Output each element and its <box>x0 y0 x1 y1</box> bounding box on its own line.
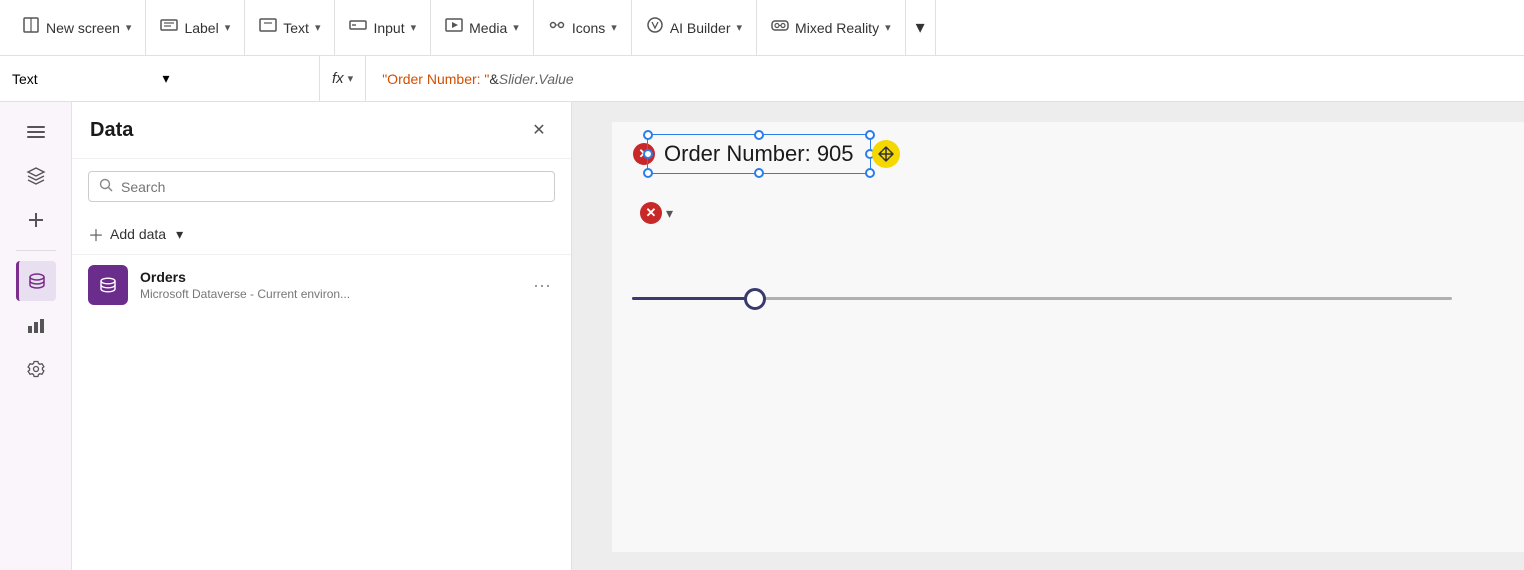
data-source-orders[interactable]: Orders Microsoft Dataverse - Current env… <box>72 254 571 315</box>
handle-tm[interactable] <box>754 130 764 140</box>
text-icon <box>259 16 277 39</box>
new-screen-chevron: ▾ <box>126 21 132 34</box>
slider-wrapper[interactable] <box>632 297 1452 300</box>
label-label: Label <box>184 20 218 36</box>
handle-tl[interactable] <box>643 130 653 140</box>
ai-builder-chevron: ▾ <box>737 21 743 34</box>
handle-tr[interactable] <box>865 130 875 140</box>
order-number-text: Order Number: 905 <box>664 141 854 166</box>
data-panel-header: Data ✕ <box>72 102 571 159</box>
hamburger-icon <box>23 122 49 142</box>
input-label: Input <box>373 20 404 36</box>
icons-toolbar-icon <box>548 16 566 39</box>
search-icon <box>99 178 113 195</box>
formula-equals-area: fx ▾ <box>320 56 366 101</box>
second-control-row: ✕ ▾ <box>640 202 673 224</box>
sidebar-item-layers[interactable] <box>16 156 56 196</box>
data-panel-title: Data <box>90 119 525 142</box>
new-screen-label: New screen <box>46 20 120 36</box>
ai-builder-icon <box>646 16 664 39</box>
orders-subtitle: Microsoft Dataverse - Current environ... <box>140 287 517 301</box>
new-screen-button[interactable]: New screen ▾ <box>8 0 146 55</box>
text-selection-box[interactable]: Order Number: 905 <box>647 134 871 174</box>
sidebar-item-charts[interactable] <box>16 305 56 345</box>
error-badge-2[interactable]: ✕ <box>640 202 662 224</box>
more-icon: ▾ <box>916 17 925 38</box>
orders-more-button[interactable]: ··· <box>529 271 555 300</box>
ai-builder-button[interactable]: AI Builder ▾ <box>632 0 757 55</box>
add-data-button[interactable]: ＋ Add data ▾ <box>72 214 571 254</box>
fx-label: fx <box>332 70 344 87</box>
canvas-content: ✕ Order Number: 905 <box>612 122 1524 552</box>
label-chevron: ▾ <box>225 21 231 34</box>
sidebar-item-data[interactable] <box>16 261 56 301</box>
main-layout: Data ✕ ＋ Add data ▾ Orders Microsoft Dat… <box>0 102 1524 570</box>
property-selector[interactable]: Text ▾ <box>0 56 320 101</box>
icons-button[interactable]: Icons ▾ <box>534 0 632 55</box>
mixed-reality-icon <box>771 16 789 39</box>
icons-label: Icons <box>572 20 605 36</box>
handle-br[interactable] <box>865 168 875 178</box>
text-button[interactable]: Text ▾ <box>245 0 335 55</box>
orders-info: Orders Microsoft Dataverse - Current env… <box>140 269 517 301</box>
add-data-label: Add data <box>110 226 166 242</box>
label-icon <box>160 16 178 39</box>
handle-bl[interactable] <box>643 168 653 178</box>
label-button[interactable]: Label ▾ <box>146 0 245 55</box>
input-icon <box>349 16 367 39</box>
control-chevron[interactable]: ▾ <box>666 205 673 222</box>
handle-ml[interactable] <box>643 149 653 159</box>
input-button[interactable]: Input ▾ <box>335 0 431 55</box>
sidebar-divider <box>16 250 56 251</box>
ai-builder-label: AI Builder <box>670 20 731 36</box>
media-chevron: ▾ <box>513 21 519 34</box>
formula-input-area[interactable]: "Order Number: " & Slider . Value <box>366 56 1524 101</box>
text-label: Text <box>283 20 309 36</box>
sidebar-item-insert[interactable] <box>16 200 56 240</box>
handle-bm[interactable] <box>754 168 764 178</box>
mixed-reality-label: Mixed Reality <box>795 20 879 36</box>
more-button[interactable]: ▾ <box>906 0 936 55</box>
orders-name: Orders <box>140 269 517 285</box>
canvas-area: ✕ Order Number: 905 <box>572 102 1524 570</box>
sidebar-item-settings[interactable] <box>16 349 56 389</box>
slider-track[interactable] <box>632 297 1452 300</box>
mixed-reality-button[interactable]: Mixed Reality ▾ <box>757 0 906 55</box>
orders-icon <box>88 265 128 305</box>
close-data-panel-button[interactable]: ✕ <box>525 116 553 144</box>
media-button[interactable]: Media ▾ <box>431 0 534 55</box>
formula-string-part: "Order Number: " <box>382 71 489 87</box>
slider-fill <box>632 297 755 300</box>
formula-bar: Text ▾ fx ▾ "Order Number: " & Slider . … <box>0 56 1524 102</box>
plus-icon: ＋ <box>88 222 104 246</box>
left-sidebar <box>0 102 72 570</box>
text-element-wrapper: ✕ Order Number: 905 <box>647 134 871 174</box>
formula-value-part: Value <box>538 71 573 87</box>
property-chevron: ▾ <box>163 70 308 87</box>
mixed-reality-chevron: ▾ <box>885 21 891 34</box>
input-chevron: ▾ <box>411 21 417 34</box>
formula-expand-icon[interactable]: ▾ <box>348 72 354 85</box>
slider-thumb[interactable] <box>744 288 766 310</box>
search-input[interactable] <box>121 179 544 195</box>
media-icon <box>445 16 463 39</box>
formula-operator: & <box>489 71 498 87</box>
sidebar-item-menu[interactable] <box>16 112 56 152</box>
search-box[interactable] <box>88 171 555 202</box>
formula-function-part: Slider <box>499 71 535 87</box>
media-label: Media <box>469 20 507 36</box>
data-panel: Data ✕ ＋ Add data ▾ Orders Microsoft Dat… <box>72 102 572 570</box>
icons-chevron: ▾ <box>611 21 617 34</box>
main-toolbar: New screen ▾ Label ▾ Text ▾ Input ▾ Medi… <box>0 0 1524 56</box>
new-screen-icon <box>22 16 40 39</box>
property-label: Text <box>12 71 157 87</box>
text-chevron: ▾ <box>315 21 321 34</box>
add-data-chevron: ▾ <box>176 226 183 243</box>
move-cursor-icon <box>872 140 900 168</box>
